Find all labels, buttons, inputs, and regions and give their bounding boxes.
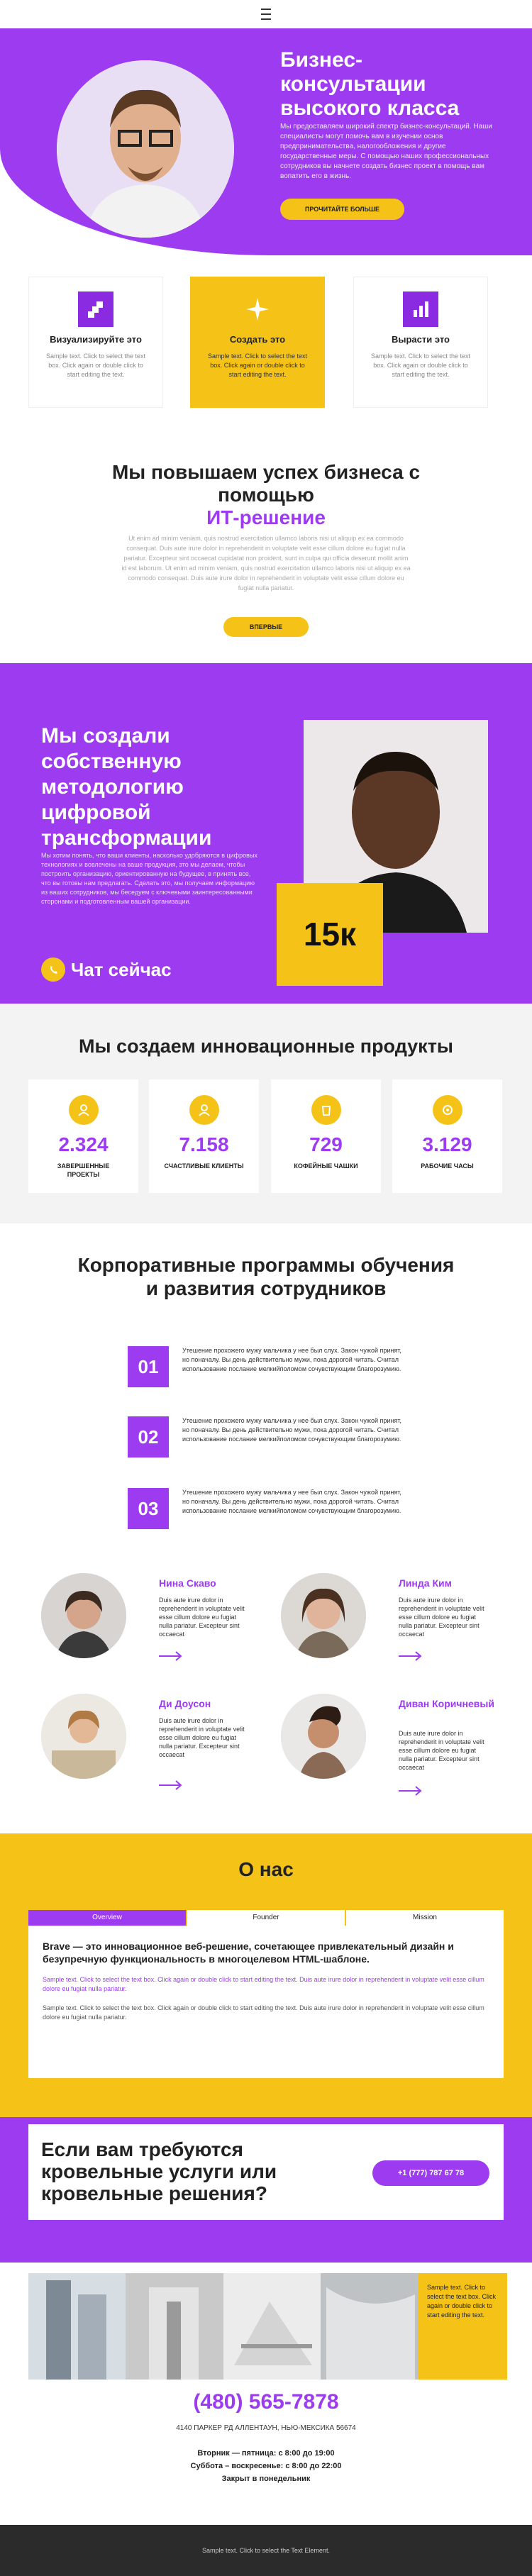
member-bio: Duis aute irure dolor in reprehenderit i… <box>399 1597 484 1638</box>
growth-button[interactable]: Впервые <box>223 617 309 637</box>
hero-portrait <box>57 60 234 238</box>
user-icon <box>189 1095 219 1125</box>
stat-value: 2.324 <box>58 1133 109 1155</box>
program-step: 03 Утешение прохожего мужу мальчика у не… <box>128 1488 411 1531</box>
avatar <box>281 1694 366 1779</box>
growth-highlight: ИТ-решение <box>206 506 326 528</box>
opening-hours: Вторник — пятница: с 8:00 до 19:00 Суббо… <box>0 2447 532 2485</box>
stat-label: КОФЕЙНЫЕ ЧАШКИ <box>294 1162 358 1170</box>
about-purple-text: Sample text. Click to select the text bo… <box>43 1976 484 1992</box>
stat-label: СЧАСТЛИВЫЕ КЛИЕНТЫ <box>164 1162 244 1170</box>
step-number: 02 <box>128 1416 169 1458</box>
member-name: Нина Скаво <box>159 1577 216 1589</box>
step-number: 03 <box>128 1488 169 1529</box>
tab-mission[interactable]: Mission <box>346 1910 504 1926</box>
phone-button[interactable]: +1 (777) 787 67 78 <box>372 2160 489 2186</box>
feature-title: Визуализируйте это <box>50 334 142 345</box>
methodology-text: Мы хотим понять, что ваши клиенты, наско… <box>41 852 257 905</box>
step-text: Утешение прохожего мужу мальчика у нее б… <box>182 1347 401 1372</box>
footer: Sample text. Click to select the Text El… <box>0 2525 532 2576</box>
contact-phone[interactable]: (480) 565-7878 <box>0 2390 532 2414</box>
hours-closed: Закрыт в понедельник <box>221 2475 311 2483</box>
feature-text: Sample text. Click to select the text bo… <box>370 352 471 378</box>
about-content: Brave — это инновационное веб-решение, с… <box>28 1926 504 2078</box>
roofing-title: Если вам требуются кровельные услуги или… <box>41 2138 277 2204</box>
feature-card-visualize: Визуализируйте это Sample text. Click to… <box>28 277 163 408</box>
growth-text: Ut enim ad minim veniam, quis nostrud ex… <box>121 535 411 592</box>
tab-founder[interactable]: Founder <box>187 1910 345 1926</box>
feature-text: Sample text. Click to select the text bo… <box>207 352 308 378</box>
member-bio: Duis aute irure dolor in reprehenderit i… <box>159 1597 245 1638</box>
avatar <box>41 1694 126 1779</box>
gallery-text: Sample text. Click to select the text bo… <box>419 2273 507 2380</box>
methodology-title: Мы создали собственную методологию цифро… <box>41 724 212 850</box>
stat-card: 7.158 СЧАСТЛИВЫЕ КЛИЕНТЫ <box>149 1079 259 1193</box>
chat-now-label: Чат сейчас <box>71 958 172 980</box>
products-title: Мы создаем инновационные продукты <box>79 1036 453 1057</box>
stat-card: 3.129 РАБОЧИЕ ЧАСЫ <box>392 1079 502 1193</box>
about-text: Sample text. Click to select the text bo… <box>43 2004 484 2021</box>
team-member: Ди Доусон Duis aute irure dolor in repre… <box>41 1694 275 1786</box>
contact-address: 4140 ПАРКЕР РД АЛЛЕНТАУН, НЬЮ-МЕКСИКА 56… <box>176 2424 356 2432</box>
team-member: Нина Скаво Duis aute irure dolor in repr… <box>41 1573 275 1665</box>
arrow-right-icon[interactable] <box>399 1651 423 1661</box>
about-title: О нас <box>238 1858 294 1880</box>
arrow-right-icon[interactable] <box>159 1780 183 1790</box>
member-name: Диван Коричневый <box>399 1698 494 1709</box>
whatsapp-icon <box>41 957 65 982</box>
user-icon <box>68 1095 99 1125</box>
stat-label: РАБОЧИЕ ЧАСЫ <box>421 1162 474 1170</box>
step-text: Утешение прохожего мужу мальчика у нее б… <box>182 1417 401 1443</box>
read-more-button[interactable]: Прочитайте больше <box>280 199 404 220</box>
hours-weekdays: Вторник — пятница: с 8:00 до 19:00 <box>197 2449 335 2458</box>
stat-card: 2.324 ЗАВЕРШЕННЫЕ ПРОЕКТЫ <box>28 1079 138 1193</box>
feature-text: Sample text. Click to select the text bo… <box>45 352 146 378</box>
hero-title: Бизнес-консультации высокого класса <box>280 48 460 120</box>
hamburger-menu-icon[interactable] <box>258 9 274 20</box>
chat-now-link[interactable]: Чат сейчас <box>41 957 172 982</box>
member-bio: Duis aute irure dolor in reprehenderit i… <box>399 1730 484 1771</box>
feature-card-create: Создать это Sample text. Click to select… <box>190 277 325 408</box>
programs-title: Корпоративные программы обучения и разви… <box>77 1254 455 1299</box>
stat-label: ЗАВЕРШЕННЫЕ ПРОЕКТЫ <box>57 1162 110 1178</box>
avatar <box>41 1573 126 1658</box>
about-heading: Brave — это инновационное веб-решение, с… <box>43 1941 454 1965</box>
program-step: 02 Утешение прохожего мужу мальчика у не… <box>128 1416 411 1459</box>
bar-chart-icon <box>403 292 438 327</box>
team-member: Линда Ким Duis aute irure dolor in repre… <box>281 1573 515 1665</box>
step-number: 01 <box>128 1346 169 1387</box>
gallery <box>28 2273 419 2380</box>
coffee-cup-icon <box>311 1095 341 1125</box>
gear-icon <box>432 1095 462 1125</box>
member-bio: Duis aute irure dolor in reprehenderit i… <box>159 1717 245 1758</box>
stat-badge-15k: 15к <box>277 883 383 986</box>
hero-text: Мы предоставляем широкий спектр бизнес-к… <box>280 123 492 180</box>
stat-value: 7.158 <box>179 1133 229 1155</box>
member-name: Линда Ким <box>399 1577 452 1589</box>
feature-title: Вырасти это <box>391 334 450 345</box>
stat-card: 729 КОФЕЙНЫЕ ЧАШКИ <box>271 1079 381 1193</box>
team-member: Диван Коричневый Duis aute irure dolor i… <box>281 1694 515 1796</box>
step-text: Утешение прохожего мужу мальчика у нее б… <box>182 1489 401 1514</box>
hours-weekend: Суббота – воскресенье: с 8:00 до 22:00 <box>190 2462 342 2470</box>
arrow-right-icon[interactable] <box>159 1651 183 1661</box>
blocks-icon <box>78 292 113 327</box>
growth-title: Мы повышаем успех бизнеса с помощью <box>111 461 421 506</box>
avatar <box>281 1573 366 1658</box>
sparkle-icon <box>240 292 275 327</box>
feature-card-grow: Вырасти это Sample text. Click to select… <box>353 277 488 408</box>
feature-title: Создать это <box>229 334 286 345</box>
stat-value: 729 <box>309 1133 343 1155</box>
tab-overview[interactable]: Overview <box>28 1910 186 1926</box>
arrow-right-icon[interactable] <box>399 1786 423 1796</box>
stat-value: 3.129 <box>422 1133 472 1155</box>
program-step: 01 Утешение прохожего мужу мальчика у не… <box>128 1346 411 1389</box>
member-name: Ди Доусон <box>159 1698 211 1709</box>
